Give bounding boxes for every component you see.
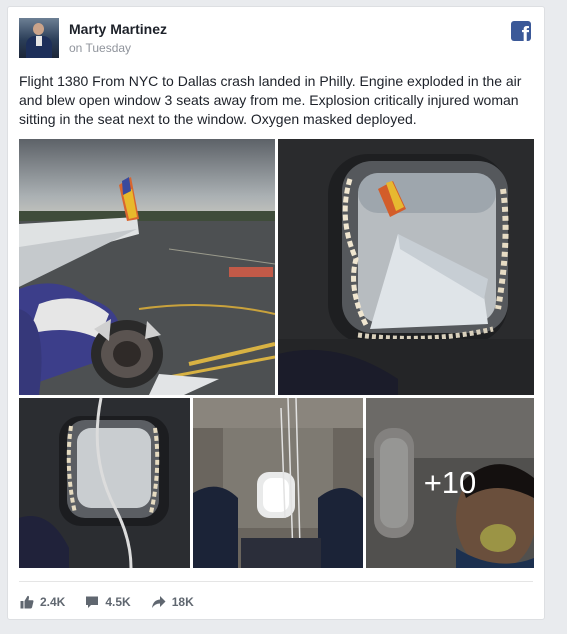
share-arrow-icon <box>151 596 166 608</box>
comments-stat[interactable]: 4.5K <box>85 595 131 609</box>
shares-count: 18K <box>171 595 194 609</box>
photo-blown-window[interactable] <box>278 139 534 395</box>
author-name[interactable]: Marty Martinez <box>69 21 167 37</box>
photo-window-oxygen-tube[interactable] <box>19 398 190 568</box>
photo-engine-damage[interactable] <box>19 139 275 395</box>
facebook-post-card: Marty Martinez on Tuesday f Flight 1380 … <box>7 6 545 620</box>
facebook-logo-letter: f <box>521 22 529 42</box>
post-timestamp[interactable]: on Tuesday <box>69 41 131 55</box>
photo-cabin-masks[interactable] <box>193 398 363 568</box>
likes-stat[interactable]: 2.4K <box>20 595 65 609</box>
facebook-logo-icon: f <box>511 21 531 41</box>
post-text: Flight 1380 From NYC to Dallas crash lan… <box>19 73 522 127</box>
author-avatar[interactable] <box>19 18 59 58</box>
shares-stat[interactable]: 18K <box>151 595 194 609</box>
comments-count: 4.5K <box>105 595 131 609</box>
thumbs-up-icon <box>20 595 34 609</box>
photo-passenger-mask[interactable]: +10 <box>366 398 534 568</box>
post-header: Marty Martinez on Tuesday f <box>19 18 533 62</box>
more-photos-count: +10 <box>423 465 477 500</box>
comment-bubble-icon <box>86 596 99 608</box>
likes-count: 2.4K <box>40 595 66 609</box>
engagement-stats: 2.4K 4.5K 18K <box>20 592 214 612</box>
stats-divider <box>19 581 533 582</box>
more-photos-overlay[interactable]: +10 <box>366 398 534 568</box>
